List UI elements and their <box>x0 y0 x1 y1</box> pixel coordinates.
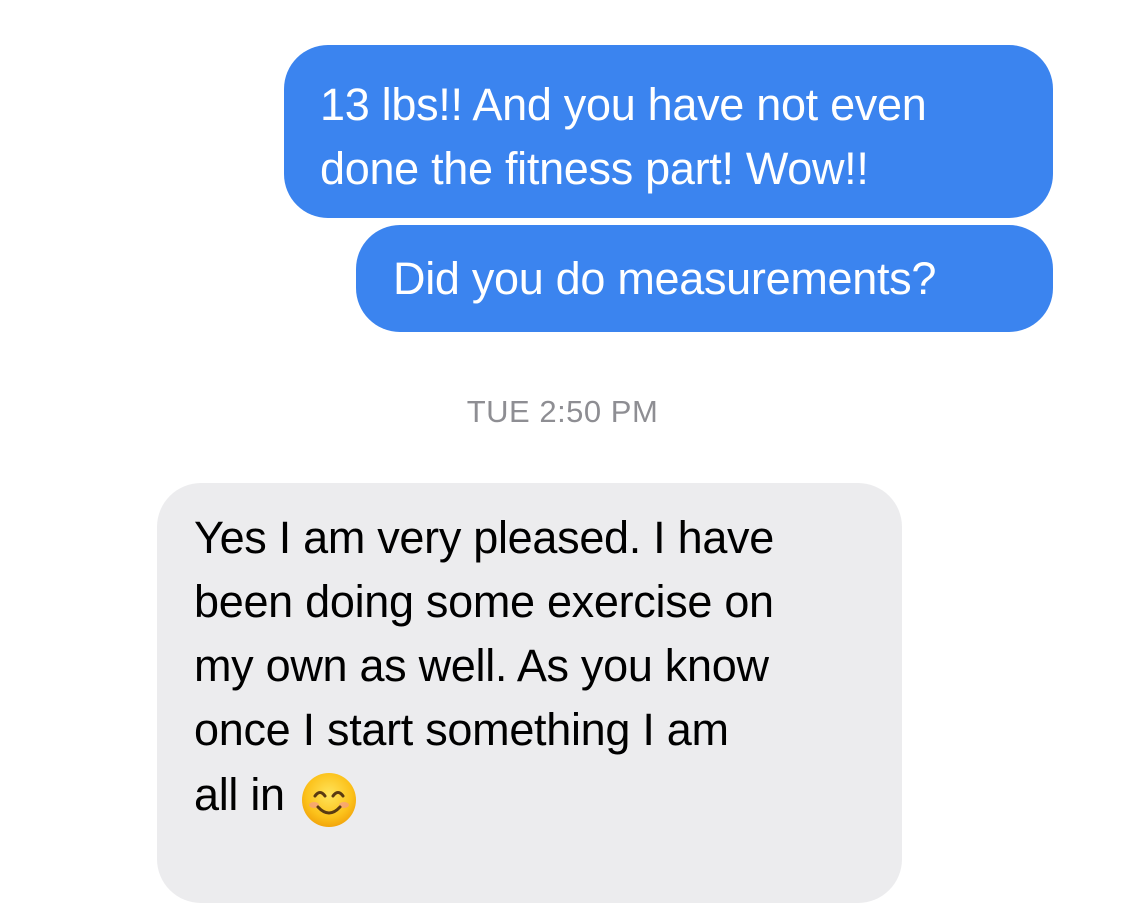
timestamp: TUE 2:50 PM <box>466 394 659 429</box>
message-thread: 13 lbs!! And you have not even done the … <box>0 0 1125 903</box>
sent-message-bubble[interactable]: Did you do measurements? <box>356 225 1053 332</box>
message-line: done the fitness part! Wow!! <box>320 143 869 194</box>
received-message-bubble[interactable]: Yes I am very pleased. I have been doing… <box>157 483 902 903</box>
message-line: Did you do measurements? <box>393 253 937 304</box>
message-line: 13 lbs!! And you have not even <box>320 79 927 130</box>
message-line: all in <box>194 769 285 820</box>
message-line: my own as well. As you know <box>194 640 769 691</box>
smiling-face-emoji-icon <box>301 772 357 828</box>
message-line: once I start something I am <box>194 704 729 755</box>
message-last-line: all in <box>194 762 882 828</box>
sent-message-bubble[interactable]: 13 lbs!! And you have not even done the … <box>284 45 1053 218</box>
message-line: Yes I am very pleased. I have <box>194 512 774 563</box>
message-line: been doing some exercise on <box>194 576 774 627</box>
